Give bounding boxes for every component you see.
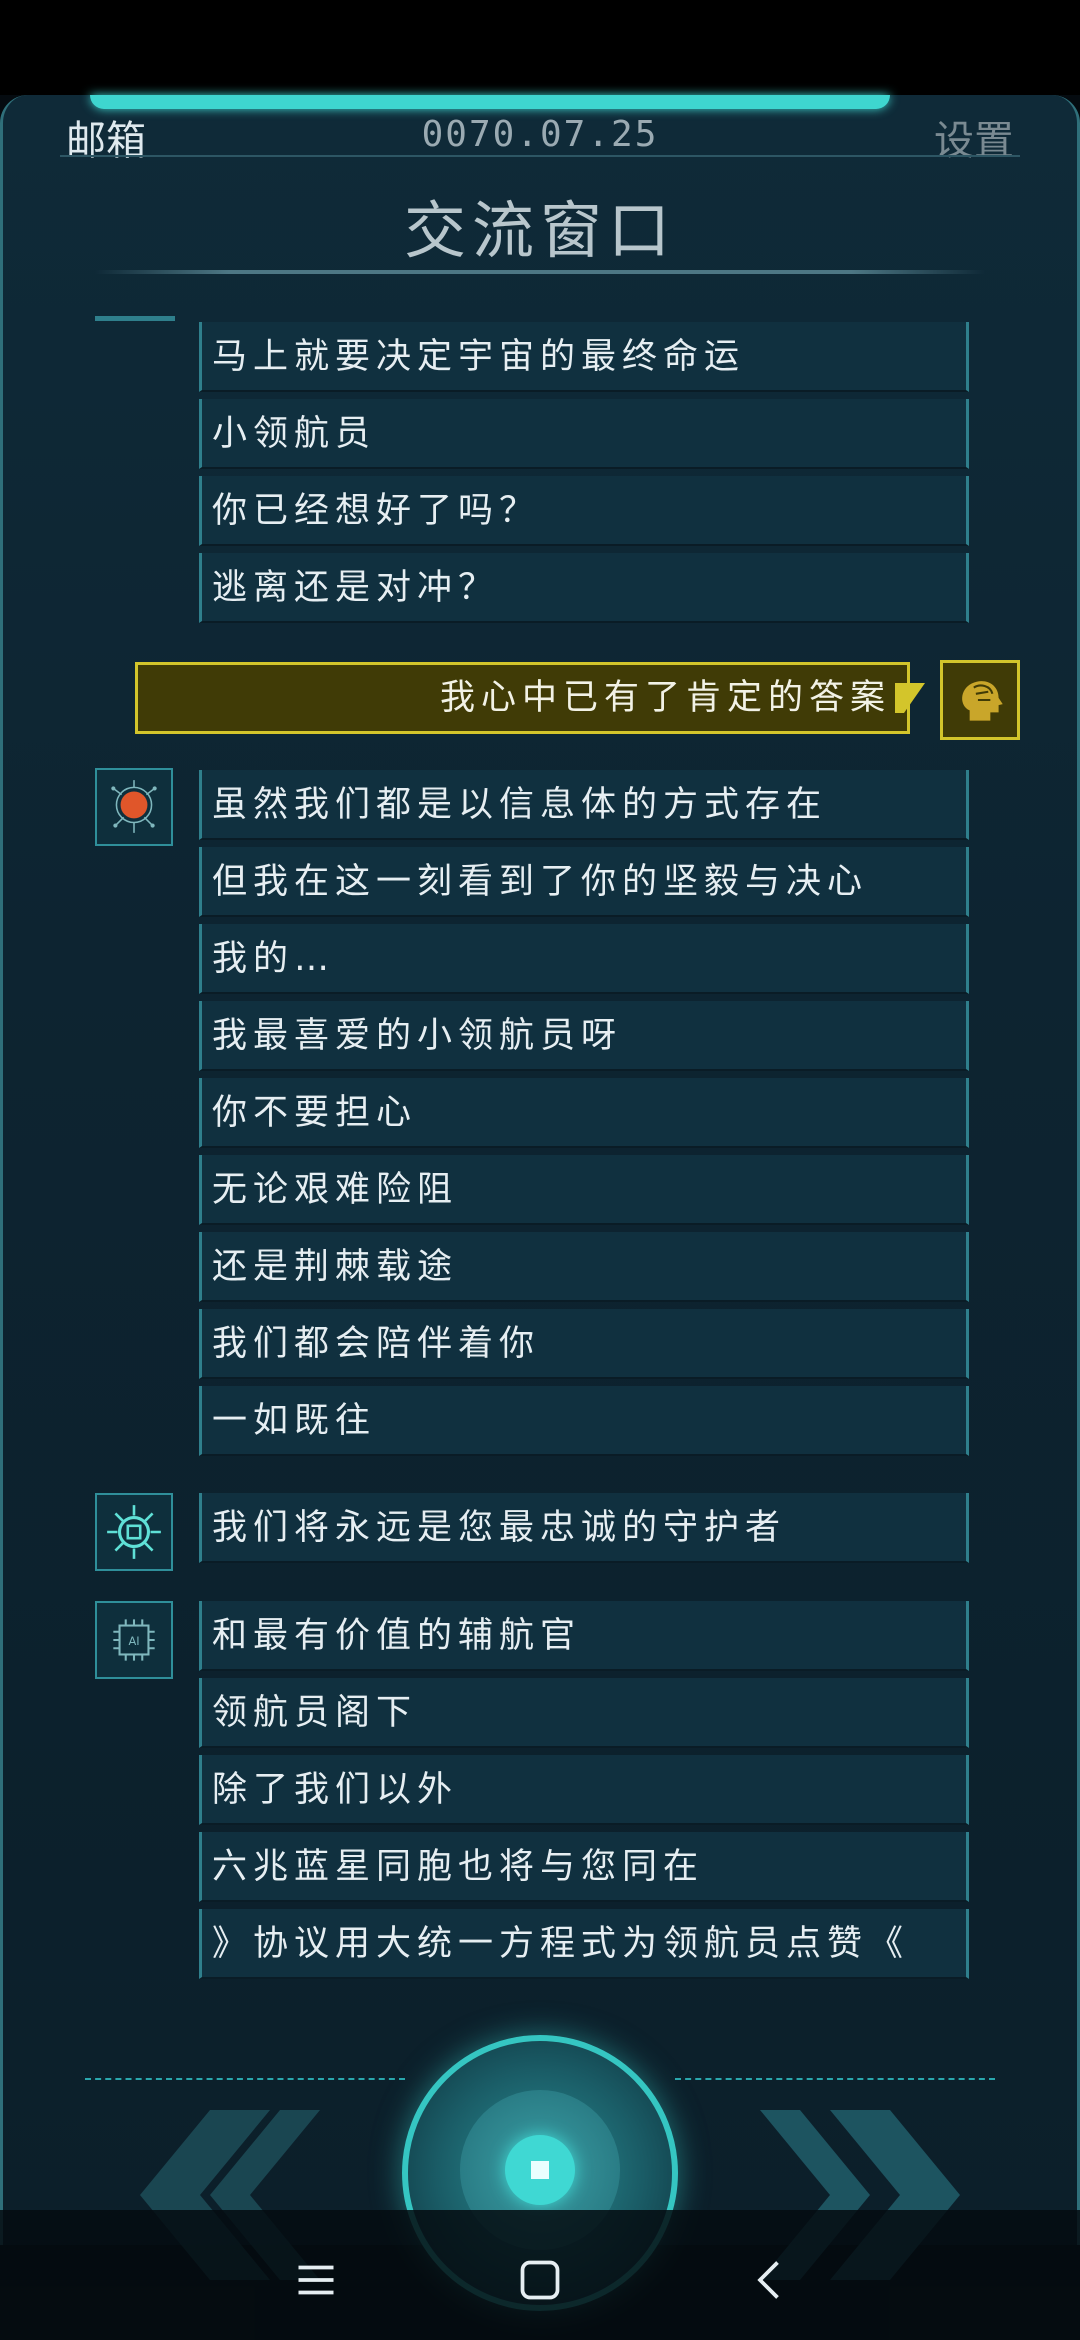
ai-avatar-planet	[95, 768, 173, 846]
chat-message: 我最喜爱的小领航员呀	[199, 1001, 969, 1071]
ai-chip-label: AI	[128, 1634, 139, 1648]
reply-arrow-icon	[895, 683, 925, 713]
top-glow-bar	[90, 95, 890, 109]
chat-message: 和最有价值的辅航官	[199, 1601, 969, 1671]
brain-head-icon	[962, 681, 1003, 721]
menu-icon[interactable]	[291, 2255, 341, 2305]
settings-button[interactable]: 设置	[934, 108, 1014, 166]
chat-message: 我的…	[199, 924, 969, 994]
chat-message: 马上就要决定宇宙的最终命运	[199, 322, 969, 392]
back-icon[interactable]	[745, 2255, 795, 2305]
page-title: 交流窗口	[403, 194, 676, 267]
player-avatar	[940, 660, 1020, 740]
chat-message: 我们将永远是您最忠诚的守护者	[199, 1493, 969, 1563]
chat-message: 你不要担心	[199, 1078, 969, 1148]
chat-message: 》协议用大统一方程式为领航员点赞《	[199, 1909, 969, 1979]
chip-bug-icon	[107, 1505, 161, 1559]
control-divider-right	[675, 2078, 995, 2080]
player-reply: 我心中已有了肯定的答案	[135, 662, 910, 734]
chat-message: 你已经想好了吗？	[199, 476, 969, 546]
header-divider	[60, 155, 1020, 157]
chat-message: 还是荆棘载途	[199, 1232, 969, 1302]
avatar-frame-edge	[95, 316, 175, 321]
red-planet-network-icon	[111, 780, 157, 833]
ai-avatar-ai: AI	[95, 1601, 173, 1679]
chat-message: 但我在这一刻看到了你的坚毅与决心	[199, 847, 969, 917]
chat-message: 小领航员	[199, 399, 969, 469]
chat-message: 领航员阁下	[199, 1678, 969, 1748]
chat-message: 虽然我们都是以信息体的方式存在	[199, 770, 969, 840]
ai-chip-icon: AI	[113, 1619, 155, 1661]
date-display: 0070.07.25	[421, 114, 659, 155]
ai-avatar-chip	[95, 1493, 173, 1571]
chat-message: 除了我们以外	[199, 1755, 969, 1825]
chat-message: 无论艰难险阻	[199, 1155, 969, 1225]
home-icon[interactable]	[515, 2255, 565, 2305]
chat-message: 六兆蓝星同胞也将与您同在	[199, 1832, 969, 1902]
status-bar	[0, 0, 1080, 95]
chat-message: 逃离还是对冲？	[199, 553, 969, 623]
title-divider	[95, 270, 985, 274]
stop-icon	[531, 2161, 549, 2179]
chat-message: 我们都会陪伴着你	[199, 1309, 969, 1379]
control-divider-left	[85, 2078, 405, 2080]
chat-message: 一如既往	[199, 1386, 969, 1456]
